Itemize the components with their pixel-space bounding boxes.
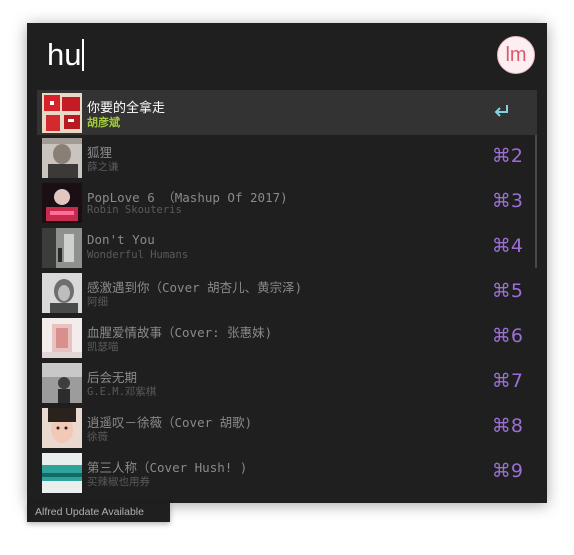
- result-title: 逍遥叹－徐薇（Cover 胡歌): [87, 415, 253, 430]
- result-shortcut: ⌘3: [491, 190, 523, 212]
- text-caret: [82, 39, 85, 71]
- result-shortcut: ⌘4: [491, 235, 523, 257]
- result-subtitle: 徐薇: [87, 431, 108, 443]
- album-art: [42, 408, 82, 448]
- result-subtitle: 买辣椒也用券: [87, 476, 150, 488]
- result-shortcut: ⌘8: [491, 415, 523, 437]
- result-row[interactable]: 第三人称（Cover Hush! ) 买辣椒也用券 ⌘9: [37, 450, 537, 495]
- result-subtitle: 阿细: [87, 296, 108, 308]
- result-row[interactable]: Don't You Wonderful Humans ⌘4: [37, 225, 537, 270]
- album-art: [42, 183, 82, 223]
- result-title: 感激遇到你（Cover 胡杏儿、黄宗泽): [87, 280, 303, 295]
- result-subtitle: 胡彦斌: [87, 117, 120, 129]
- result-row[interactable]: 感激遇到你（Cover 胡杏儿、黄宗泽) 阿细 ⌘5: [37, 270, 537, 315]
- result-subtitle: 凯瑟喵: [87, 341, 119, 353]
- album-art: [42, 318, 82, 358]
- result-shortcut: ⌘5: [491, 280, 523, 302]
- result-shortcut: ⌘7: [491, 370, 523, 392]
- album-art: [42, 273, 82, 313]
- album-art: [42, 453, 82, 493]
- search-bar: hu lm: [27, 23, 547, 87]
- album-art: [42, 228, 82, 268]
- result-subtitle: Wonderful Humans: [87, 249, 189, 261]
- result-subtitle: Robin Skouteris: [87, 204, 182, 216]
- result-subtitle: G.E.M.邓紫棋: [87, 386, 157, 398]
- album-art: [42, 363, 82, 403]
- result-shortcut: ⌘2: [491, 145, 523, 167]
- album-art: [42, 93, 82, 133]
- result-row[interactable]: PopLove 6 （Mashup Of 2017) Robin Skouter…: [37, 180, 537, 225]
- result-subtitle: 薛之谦: [87, 161, 119, 173]
- result-row[interactable]: 你要的全拿走 胡彦斌: [37, 90, 537, 135]
- result-title: Don't You: [87, 232, 155, 247]
- result-shortcut: ⌘6: [491, 325, 523, 347]
- result-row[interactable]: 狐狸 薛之谦 ⌘2: [37, 135, 537, 180]
- result-row[interactable]: 后会无期 G.E.M.邓紫棋 ⌘7: [37, 360, 537, 405]
- result-row[interactable]: 逍遥叹－徐薇（Cover 胡歌) 徐薇 ⌘8: [37, 405, 537, 450]
- album-art: [42, 138, 82, 178]
- result-row[interactable]: 血腥爱情故事（Cover: 张惠妹) 凯瑟喵 ⌘6: [37, 315, 537, 360]
- return-icon: [494, 105, 508, 117]
- alfred-avatar-icon[interactable]: lm: [497, 36, 535, 74]
- search-input[interactable]: hu: [47, 37, 85, 73]
- result-shortcut: ⌘9: [491, 460, 523, 482]
- search-query: hu: [47, 37, 82, 72]
- results-list: 你要的全拿走 胡彦斌 狐狸 薛之谦 ⌘2 PopLove 6 （Mashup O…: [37, 90, 537, 495]
- alfred-window: hu lm 你要的全拿走 胡彦斌 狐狸 薛之谦 ⌘2 PopLove 6 （Ma…: [27, 23, 547, 503]
- update-available-notice[interactable]: Alfred Update Available: [27, 503, 170, 522]
